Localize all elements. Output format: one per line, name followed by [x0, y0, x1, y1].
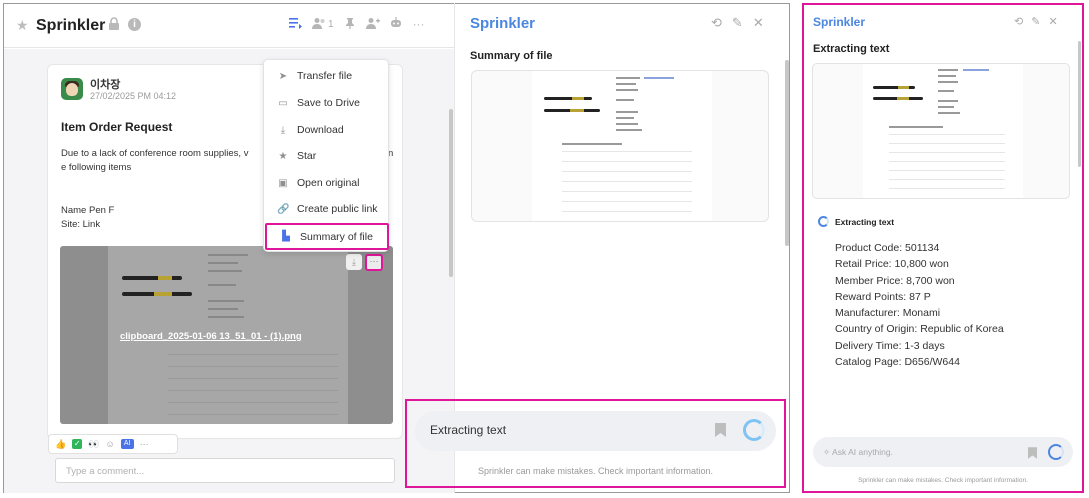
- emoji-add-icon[interactable]: ☺: [105, 439, 114, 449]
- close-icon[interactable]: ✕: [1048, 15, 1057, 28]
- loading-spinner-icon: [818, 216, 829, 227]
- menu-item-star[interactable]: ★ Star: [264, 144, 390, 168]
- sprinkler-title: Sprinkler: [470, 15, 536, 32]
- disclaimer: Sprinkler can make mistakes. Check impor…: [858, 477, 1028, 484]
- attachment-more-button[interactable]: ···: [365, 254, 383, 271]
- send-icon: ➤: [278, 70, 288, 82]
- result-heading: Extracting text: [813, 43, 890, 55]
- message-name-line: Name Pen F: [61, 205, 115, 216]
- menu-item-label: Transfer file: [297, 70, 353, 82]
- loading-spinner-icon: [743, 419, 765, 441]
- menu-item-label: Summary of file: [300, 230, 373, 243]
- menu-item-label: Open original: [297, 177, 360, 189]
- loading-spinner-icon: [1048, 444, 1064, 460]
- extracted-text-list: Product Code: 501134 Retail Price: 10,80…: [835, 240, 1004, 370]
- star-icon: ★: [278, 150, 288, 162]
- list-item: Catalog Page: D656/W644: [835, 356, 960, 369]
- sparkle-icon: ✧: [823, 447, 831, 457]
- sprinkler-controls: ⟲ ✎ ✕: [1014, 15, 1058, 28]
- attachment-filename[interactable]: clipboard_2025-01-06 13_51_01 - (1).png: [120, 331, 302, 342]
- ai-input[interactable]: ✧ Ask AI anything.: [813, 437, 1073, 467]
- ai-input-text: Extracting text: [430, 423, 507, 437]
- list-item: Reward Points: 87 P: [835, 290, 931, 303]
- history-icon[interactable]: ⟲: [1014, 15, 1023, 28]
- info-icon[interactable]: i: [128, 18, 141, 31]
- message-time: 27/02/2025 PM 04:12: [90, 91, 177, 101]
- drive-icon: ▭: [278, 97, 288, 109]
- star-icon[interactable]: ★: [16, 17, 29, 34]
- menu-item-open-original[interactable]: ▣ Open original: [264, 171, 390, 195]
- menu-item-save-to-drive[interactable]: ▭ Save to Drive: [264, 91, 390, 115]
- menu-item-label: Create public link: [297, 203, 378, 215]
- menu-item-summary-of-file[interactable]: ▙ Summary of file: [265, 223, 389, 250]
- member-count: 1: [328, 18, 334, 30]
- menu-item-label: Download: [297, 124, 344, 136]
- close-icon[interactable]: ✕: [753, 15, 764, 31]
- message-site-line: Site: Link: [61, 219, 101, 230]
- list-item: Retail Price: 10,800 won: [835, 258, 949, 271]
- ai-input-area: Extracting text Sprinkler can make mista…: [405, 399, 786, 488]
- list-item: Delivery Time: 1-3 days: [835, 339, 945, 352]
- menu-item-transfer-file[interactable]: ➤ Transfer file: [264, 64, 390, 88]
- menu-item-label: Save to Drive: [297, 97, 361, 109]
- check-icon[interactable]: ✓: [72, 439, 83, 449]
- sprinkler-title: Sprinkler: [813, 15, 866, 29]
- message-sender: 이차장: [90, 79, 121, 91]
- list-item: Manufacturer: Monami: [835, 307, 941, 320]
- new-chat-icon[interactable]: ✎: [732, 15, 743, 31]
- disclaimer: Sprinkler can make mistakes. Check impor…: [477, 466, 714, 476]
- app-title: Sprinkler: [36, 17, 106, 34]
- ai-icon[interactable]: AI: [120, 439, 134, 449]
- members-icon[interactable]: [312, 17, 326, 31]
- chat-scrollbar[interactable]: [449, 109, 453, 277]
- message-title: Item Order Request: [61, 120, 173, 134]
- pin-icon[interactable]: [343, 17, 357, 31]
- add-member-icon[interactable]: [365, 17, 380, 31]
- open-original-icon: ▣: [278, 177, 288, 189]
- menu-item-label: Star: [297, 150, 317, 162]
- header-toolbar: 1 ···: [289, 17, 426, 31]
- panel-scrollbar[interactable]: [1078, 41, 1081, 167]
- file-icon: ▙: [282, 231, 290, 242]
- link-icon: 🔗: [277, 203, 290, 215]
- list-icon[interactable]: [289, 17, 303, 31]
- lock-icon: [108, 17, 120, 35]
- avatar[interactable]: [61, 78, 83, 100]
- reaction-bar: 👍 ✓ 👀 ☺ AI ···: [48, 434, 178, 454]
- ai-input[interactable]: Extracting text: [415, 411, 776, 451]
- download-icon: ⤓: [280, 124, 286, 136]
- list-item: Member Price: 8,700 won: [835, 274, 955, 287]
- extraction-status: Extracting text: [818, 216, 894, 227]
- chat-header: ★ Sprinkler i 1 ···: [4, 4, 454, 48]
- attachment-menu: ➤ Transfer file ▭ Save to Drive ⤓ Downlo…: [263, 59, 389, 252]
- menu-item-download[interactable]: ⤓ Download: [264, 118, 390, 142]
- menu-item-create-public-link[interactable]: 🔗 Create public link: [264, 197, 390, 221]
- message-body-line1: Due to a lack of conference room supplie…: [61, 148, 249, 159]
- list-item: Country of Origin: Republic of Korea: [835, 323, 1004, 336]
- bot-icon[interactable]: [389, 17, 403, 31]
- bookmark-icon[interactable]: [1028, 446, 1037, 464]
- history-icon[interactable]: ⟲: [711, 15, 722, 31]
- message-body-line2: e following items: [61, 162, 132, 173]
- ai-input-placeholder-text: Ask AI anything.: [832, 447, 893, 457]
- thumbs-up-icon[interactable]: 👍: [55, 439, 66, 450]
- extraction-status-label: Extracting text: [835, 216, 895, 227]
- sprinkler-controls: ⟲ ✎ ✕: [711, 15, 764, 31]
- summary-heading: Summary of file: [470, 50, 553, 62]
- more-icon[interactable]: ···: [412, 17, 426, 31]
- reaction-more-icon[interactable]: ···: [140, 439, 149, 449]
- panel-scrollbar[interactable]: [785, 60, 789, 246]
- download-icon[interactable]: ⤓: [346, 254, 362, 270]
- file-thumbnail[interactable]: [471, 70, 769, 222]
- attachment-preview[interactable]: clipboard_2025-01-06 13_51_01 - (1).png …: [60, 246, 393, 424]
- eyes-icon[interactable]: 👀: [88, 439, 99, 450]
- message-details: Name Pen F Site: Link: [61, 204, 114, 232]
- bookmark-icon[interactable]: [715, 423, 726, 442]
- file-thumbnail[interactable]: [812, 63, 1070, 199]
- comment-input[interactable]: Type a comment...: [55, 458, 395, 483]
- new-chat-icon[interactable]: ✎: [1031, 15, 1040, 28]
- list-item: Product Code: 501134: [835, 242, 940, 254]
- sprinkler-result-panel: Sprinkler ⟲ ✎ ✕ Extracting text Extracti…: [802, 3, 1084, 493]
- ai-input-placeholder: ✧ Ask AI anything.: [823, 447, 893, 458]
